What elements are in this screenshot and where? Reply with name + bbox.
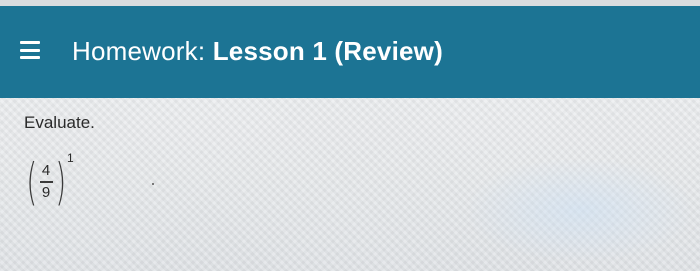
- exponent: 1: [67, 151, 74, 165]
- right-parenthesis: ): [54, 153, 66, 211]
- cursor-dot: [152, 183, 154, 185]
- left-parenthesis: (: [26, 153, 38, 211]
- math-expression: ( 4 9 ) 1: [22, 151, 73, 212]
- fraction-numerator: 4: [41, 162, 51, 180]
- header-bar: Homework: Lesson 1 (Review): [0, 6, 700, 98]
- fraction-denominator: 9: [41, 183, 51, 201]
- title-prefix: Homework:: [72, 36, 213, 66]
- fraction: 4 9: [39, 162, 53, 202]
- page-title: Homework: Lesson 1 (Review): [72, 36, 443, 67]
- question-prompt: Evaluate.: [24, 113, 95, 132]
- title-name: Lesson 1 (Review): [212, 36, 443, 66]
- question-area: [0, 98, 700, 271]
- fraction-bar: [39, 181, 53, 183]
- hamburger-menu-icon[interactable]: [20, 39, 42, 61]
